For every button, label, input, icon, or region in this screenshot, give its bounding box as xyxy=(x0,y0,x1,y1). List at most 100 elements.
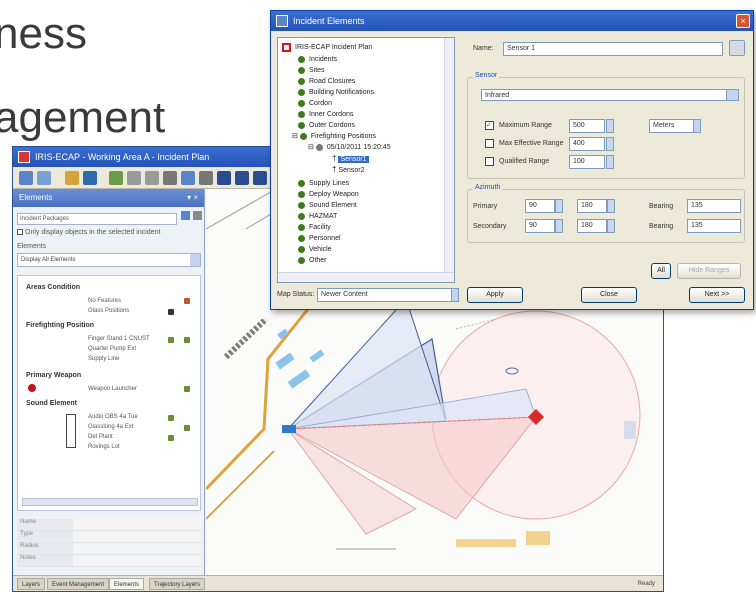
property-row: Radius xyxy=(17,543,201,555)
edit-icon[interactable] xyxy=(168,415,174,421)
scenario-select[interactable]: Incident Packages xyxy=(17,213,177,225)
expand-icon[interactable]: ⊟ xyxy=(292,133,298,140)
list-item[interactable]: Finger Stand 1 CNUST xyxy=(88,336,150,342)
name-input[interactable]: Sensor 1 xyxy=(503,42,723,56)
secondary-to-input[interactable]: 180 xyxy=(577,219,607,233)
stop-icon[interactable] xyxy=(253,171,267,185)
list-item[interactable]: Rovings Lot xyxy=(88,444,120,450)
maximum-range-checkbox[interactable]: ✓ xyxy=(485,121,494,130)
map-status-chevron-icon[interactable] xyxy=(451,288,459,302)
tree-root[interactable]: IRIS-ECAP Incident Plan xyxy=(282,42,372,54)
properties-icon[interactable] xyxy=(193,211,202,220)
secondary-bearing-input[interactable]: 135 xyxy=(687,219,741,233)
list-item[interactable]: Weapon Launcher xyxy=(88,386,137,392)
expand-icon[interactable]: ⊟ xyxy=(308,144,314,151)
secondary-from-input[interactable]: 90 xyxy=(525,219,555,233)
tree-item-sensor-2[interactable]: † Sensor2 xyxy=(332,164,365,176)
next-button[interactable]: Next >> xyxy=(689,287,745,303)
property-value[interactable] xyxy=(73,519,201,530)
pan-icon[interactable] xyxy=(163,171,177,185)
all-button[interactable]: All xyxy=(651,263,671,279)
property-value[interactable] xyxy=(73,555,201,566)
elements-filter-dropdown[interactable]: Display All Elements xyxy=(17,253,201,267)
only-display-checkbox-box[interactable] xyxy=(17,229,23,236)
sensor-marker-icon[interactable] xyxy=(282,425,296,433)
node-icon xyxy=(298,190,305,198)
list-item[interactable]: Glass Positions xyxy=(88,308,129,314)
edit-icon[interactable] xyxy=(184,337,190,343)
layer-icon[interactable] xyxy=(109,171,123,185)
select-icon[interactable] xyxy=(181,171,195,185)
only-display-checkbox[interactable]: Only display objects in the selected inc… xyxy=(17,229,160,236)
tree-horizontal-scrollbar[interactable] xyxy=(278,272,454,282)
maximum-range-input[interactable]: 500 xyxy=(569,119,605,133)
map-line xyxy=(206,189,277,230)
qualified-range-label: Qualified Range xyxy=(499,158,550,165)
list-item[interactable]: Det Plant xyxy=(88,434,113,440)
delete-icon[interactable] xyxy=(184,298,190,304)
edit-icon[interactable] xyxy=(184,386,190,392)
element-tree[interactable]: IRIS-ECAP Incident Plan Incidents Sites … xyxy=(277,37,455,283)
max-effective-range-spinner[interactable] xyxy=(606,137,614,151)
primary-bearing-input[interactable]: 135 xyxy=(687,199,741,213)
qualified-range-spinner[interactable] xyxy=(606,155,614,169)
primary-to-input[interactable]: 180 xyxy=(577,199,607,213)
max-effective-range-input[interactable]: 400 xyxy=(569,137,605,151)
units-select[interactable]: Meters xyxy=(649,119,695,133)
node-icon xyxy=(298,234,305,242)
qualified-range-input[interactable]: 100 xyxy=(569,155,605,169)
max-effective-range-checkbox[interactable] xyxy=(485,139,494,148)
sensor-type-select[interactable]: Infrared xyxy=(481,89,739,101)
property-value[interactable] xyxy=(73,543,201,554)
forward-icon[interactable] xyxy=(37,171,51,185)
zoom-out-icon[interactable] xyxy=(145,171,159,185)
tab-event-management[interactable]: Event Management xyxy=(47,578,110,590)
hide-ranges-button[interactable]: Hide Ranges xyxy=(677,263,741,279)
primary-from-input[interactable]: 90 xyxy=(525,199,555,213)
draw-icon[interactable] xyxy=(217,171,231,185)
tab-layers[interactable]: Layers xyxy=(17,578,46,590)
list-item[interactable]: No Features xyxy=(88,298,121,304)
back-icon[interactable] xyxy=(19,171,33,185)
node-icon xyxy=(298,121,305,129)
search-icon[interactable] xyxy=(181,211,190,220)
units-chevron-icon[interactable] xyxy=(693,119,701,133)
chevron-down-icon[interactable] xyxy=(726,90,738,100)
primary-to-spinner[interactable] xyxy=(607,199,615,213)
qualified-range-checkbox[interactable] xyxy=(485,157,494,166)
secondary-from-spinner[interactable] xyxy=(555,219,563,233)
edit-icon[interactable] xyxy=(168,337,174,343)
tab-elements[interactable]: Elements xyxy=(109,578,145,590)
close-button[interactable]: Close xyxy=(581,287,637,303)
save-icon[interactable] xyxy=(83,171,97,185)
maximum-range-spinner[interactable] xyxy=(606,119,614,133)
primary-from-spinner[interactable] xyxy=(555,199,563,213)
close-panel-icon[interactable]: ▾ × xyxy=(187,189,198,207)
edit-icon[interactable] xyxy=(168,309,174,315)
zoom-in-icon[interactable] xyxy=(127,171,141,185)
search-icon[interactable] xyxy=(729,40,745,56)
chevron-down-icon[interactable] xyxy=(190,254,200,266)
node-icon xyxy=(298,179,305,187)
tree-item[interactable]: Other xyxy=(298,255,327,267)
play-icon[interactable] xyxy=(235,171,249,185)
tree-vertical-scrollbar[interactable] xyxy=(444,38,454,282)
map-status-select[interactable]: Newer Content xyxy=(317,288,453,302)
list-horizontal-scrollbar[interactable] xyxy=(22,498,198,506)
folder-icon[interactable] xyxy=(65,171,79,185)
list-item[interactable]: Glasslong 4a Ext xyxy=(88,424,133,430)
group-firefighting-position: Firefighting Position xyxy=(26,322,95,329)
list-item[interactable]: Quarter Pump Ext xyxy=(88,346,136,352)
edit-icon[interactable] xyxy=(168,435,174,441)
close-icon[interactable]: × xyxy=(736,14,750,28)
tab-trajectory-layers[interactable]: Trajectory Layers xyxy=(149,578,206,590)
secondary-to-spinner[interactable] xyxy=(607,219,615,233)
apply-button[interactable]: Apply xyxy=(467,287,523,303)
edit-icon[interactable] xyxy=(184,425,190,431)
tree-item-label: Sensor1 xyxy=(338,156,369,163)
list-item[interactable]: Supply Line xyxy=(88,356,119,362)
measure-icon[interactable] xyxy=(199,171,213,185)
property-value[interactable] xyxy=(73,531,201,542)
tree-item-label: Personnel xyxy=(309,235,341,242)
list-item[interactable]: Audio OBS 4a Tue xyxy=(88,414,138,420)
